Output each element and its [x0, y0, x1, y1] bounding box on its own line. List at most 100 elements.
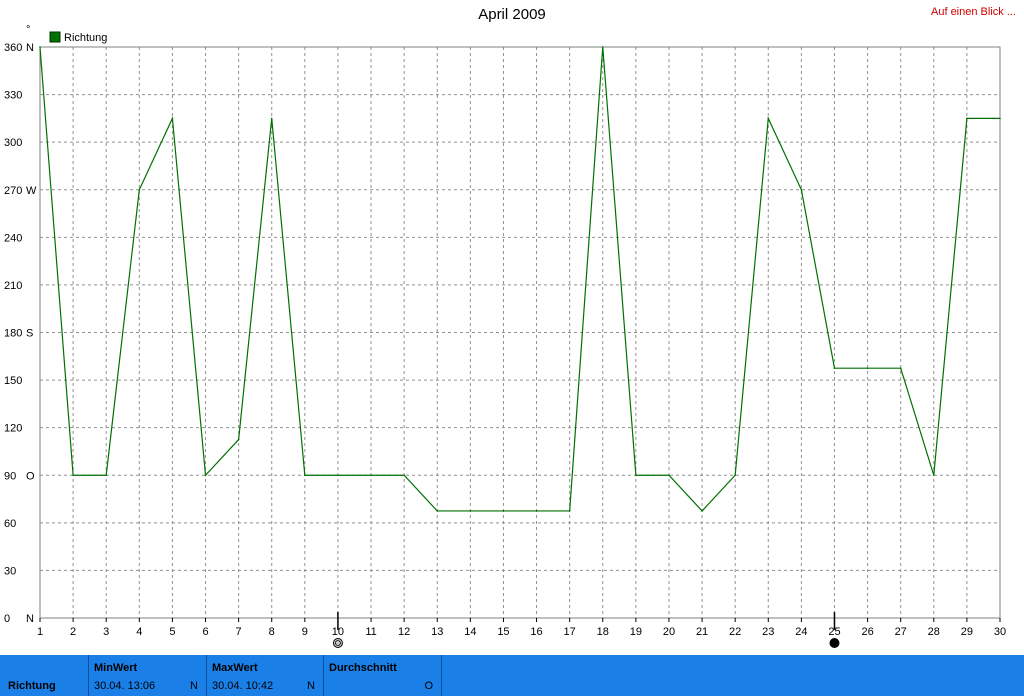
direction-chart: 0 N306090 O120150180 S210240270 W300330360 N°… — [4, 24, 1006, 648]
data-point — [270, 117, 273, 120]
y-tick-label: 90 — [4, 470, 16, 482]
avg-header: Durchschnitt — [329, 662, 397, 674]
y-tick-label: 330 — [4, 90, 22, 102]
data-point — [502, 510, 505, 512]
avg-direction: O — [424, 680, 433, 692]
data-point — [966, 117, 968, 120]
min-value: 30.04. 13:06 — [94, 680, 156, 692]
x-tick-label: 27 — [895, 626, 907, 638]
max-value: 30.04. 10:42 — [212, 680, 274, 692]
data-point — [866, 367, 869, 369]
x-tick-label: 19 — [630, 626, 642, 638]
series-line — [39, 46, 1000, 512]
min-cell: MinWert 30.04. 13:06 N — [89, 655, 207, 696]
x-tick-label: 6 — [202, 626, 208, 638]
data-point — [535, 510, 538, 512]
x-tick-label: 14 — [464, 626, 476, 638]
legend-label: Richtung — [64, 32, 107, 44]
stats-footer: Richtung MinWert 30.04. 13:06 N MaxWert … — [0, 655, 1024, 696]
y-tick-label: 240 — [4, 232, 22, 244]
x-tick-label: 16 — [530, 626, 542, 638]
y-tick-direction: S — [26, 328, 33, 340]
legend-swatch — [49, 31, 61, 43]
data-point — [304, 474, 306, 477]
x-tick-label: 5 — [169, 626, 175, 638]
new-moon-icon — [332, 638, 343, 648]
y-tick-direction: N — [26, 42, 34, 54]
data-point — [436, 510, 439, 512]
x-tick-label: 7 — [236, 626, 242, 638]
x-tick-label: 15 — [497, 626, 509, 638]
data-point — [601, 46, 604, 48]
x-axis: 1 2 3 4 5 6 7 8 9 10 11 12 13 14 15 16 17 18 19 20 21 22 23 24 2… — [37, 618, 1006, 638]
y-tick-direction: W — [26, 185, 37, 197]
y-tick-label: 360 — [4, 42, 22, 54]
x-tick-label: 24 — [795, 626, 807, 638]
data-point — [39, 46, 41, 48]
data-point — [337, 474, 339, 477]
data-point — [932, 474, 935, 477]
y-tick-label: 180 — [4, 328, 22, 340]
data-point — [800, 188, 803, 191]
x-tick-label: 28 — [928, 626, 940, 638]
full-moon-icon — [829, 638, 840, 648]
grid-lines — [40, 47, 1000, 618]
x-tick-label: 12 — [398, 626, 410, 638]
x-tick-label: 4 — [136, 626, 142, 638]
y-tick-label: 0 — [4, 613, 10, 625]
data-point — [999, 117, 1001, 120]
max-direction: N — [307, 680, 315, 692]
data-point — [701, 510, 703, 512]
x-tick-label: 26 — [861, 626, 873, 638]
y-unit-label: ° — [26, 24, 30, 36]
y-axis: 0 N 30 60 90 O 120 150 180 S 210 240 270 W 300 330 360 N ° — [4, 24, 37, 625]
y-tick-label: 300 — [4, 137, 22, 149]
data-point — [72, 474, 74, 477]
series-cell: Richtung — [0, 655, 89, 696]
data-point — [370, 474, 372, 477]
data-point — [105, 474, 108, 477]
x-tick-label: 1 — [37, 626, 43, 638]
data-point — [635, 474, 637, 477]
data-point — [767, 117, 770, 120]
data-point — [568, 510, 571, 512]
x-tick-label: 29 — [961, 626, 973, 638]
min-direction: N — [190, 680, 198, 692]
data-point — [403, 474, 405, 477]
y-tick-label: 120 — [4, 423, 22, 435]
x-tick-label: 2 — [70, 626, 76, 638]
y-tick-label: 270 — [4, 185, 22, 197]
x-tick-label: 11 — [365, 626, 376, 638]
x-tick-label: 21 — [696, 626, 708, 638]
series-layer — [39, 46, 1001, 512]
x-tick-label: 20 — [663, 626, 675, 638]
y-tick-direction: O — [26, 470, 35, 482]
y-tick-label: 150 — [4, 375, 22, 387]
min-header: MinWert — [94, 662, 138, 674]
data-point — [833, 367, 836, 369]
data-point — [899, 367, 902, 369]
data-point — [734, 474, 736, 477]
y-tick-label: 60 — [4, 518, 16, 530]
y-tick-label: 210 — [4, 280, 22, 292]
x-tick-label: 8 — [269, 626, 275, 638]
x-tick-label: 3 — [103, 626, 109, 638]
x-tick-label: 18 — [597, 626, 609, 638]
max-cell: MaxWert 30.04. 10:42 N — [207, 655, 324, 696]
legend: Richtung — [49, 31, 107, 44]
data-point — [668, 474, 670, 477]
data-point — [469, 510, 472, 512]
x-tick-label: 22 — [729, 626, 741, 638]
x-tick-label: 9 — [302, 626, 308, 638]
data-point — [204, 474, 207, 477]
data-point — [237, 438, 240, 441]
y-tick-direction: N — [26, 613, 34, 625]
max-header: MaxWert — [212, 662, 258, 674]
avg-cell: Durchschnitt O — [324, 655, 442, 696]
x-tick-label: 30 — [994, 626, 1006, 638]
x-tick-label: 17 — [564, 626, 576, 638]
y-tick-label: 30 — [4, 565, 16, 577]
x-tick-label: 13 — [431, 626, 443, 638]
data-point — [171, 117, 174, 120]
x-tick-label: 23 — [762, 626, 774, 638]
